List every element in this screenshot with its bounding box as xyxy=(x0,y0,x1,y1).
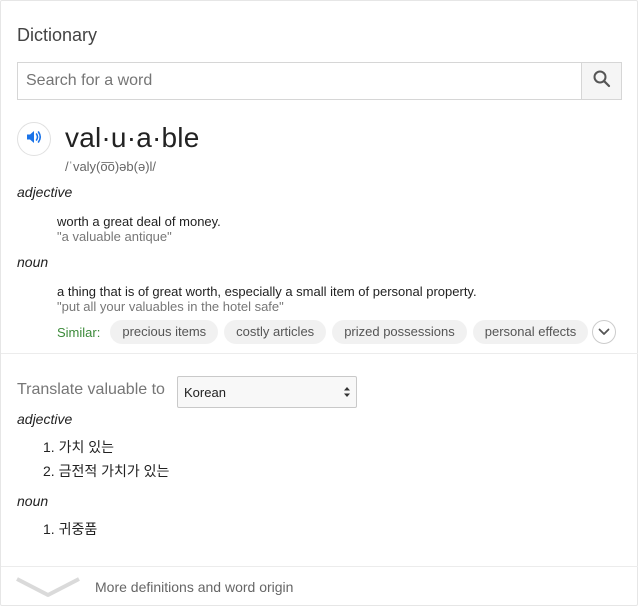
search-button[interactable] xyxy=(581,63,621,99)
definition-adjective: worth a great deal of money. xyxy=(57,214,221,229)
similar-chip[interactable]: prized possessions xyxy=(332,320,467,344)
more-definitions-link[interactable]: More definitions and word origin xyxy=(1,567,638,607)
example-noun: "put all your valuables in the hotel saf… xyxy=(57,299,284,314)
definition-noun: a thing that is of great worth, especial… xyxy=(57,284,477,299)
translate-label: Translate valuable to xyxy=(17,381,165,398)
search-icon xyxy=(592,69,612,94)
translation-pos-adjective: adjective xyxy=(17,411,73,427)
speaker-icon xyxy=(24,127,44,152)
headword: val·u·a·ble xyxy=(65,122,200,153)
language-select-value: Korean xyxy=(184,385,226,400)
part-of-speech-adjective: adjective xyxy=(17,184,73,200)
search-box xyxy=(17,62,622,100)
similar-label: Similar: xyxy=(57,324,101,340)
similar-chip[interactable]: personal effects xyxy=(472,320,589,344)
section-divider xyxy=(1,353,638,354)
similar-words: Similar: precious items costly articles … xyxy=(57,320,594,344)
more-definitions-label: More definitions and word origin xyxy=(95,579,294,595)
search-input[interactable] xyxy=(18,63,582,99)
similar-chip[interactable]: costly articles xyxy=(224,320,327,344)
chevron-down-icon xyxy=(598,323,610,341)
translation-item: 2. 금전적 가치가 있는 xyxy=(43,463,170,479)
expand-similar-button[interactable] xyxy=(592,320,616,344)
translation-item: 1. 가치 있는 xyxy=(43,439,114,455)
card-title: Dictionary xyxy=(17,25,98,45)
chevron-down-icon xyxy=(15,575,81,604)
translation-item: 1. 귀중품 xyxy=(43,521,98,537)
translation-pos-noun: noun xyxy=(17,493,49,509)
dictionary-card: Dictionary val·u·a·ble /ˈvaly(o͞o)əb(ə)l… xyxy=(0,0,638,606)
select-arrows-icon xyxy=(343,385,351,404)
similar-chip[interactable]: precious items xyxy=(110,320,219,344)
phonetic: /ˈvaly(o͞o)əb(ə)l/ xyxy=(65,159,157,174)
language-select[interactable]: Korean xyxy=(177,376,357,408)
part-of-speech-noun: noun xyxy=(17,254,49,270)
pronunciation-button[interactable] xyxy=(17,122,51,156)
example-adjective: "a valuable antique" xyxy=(57,229,172,244)
